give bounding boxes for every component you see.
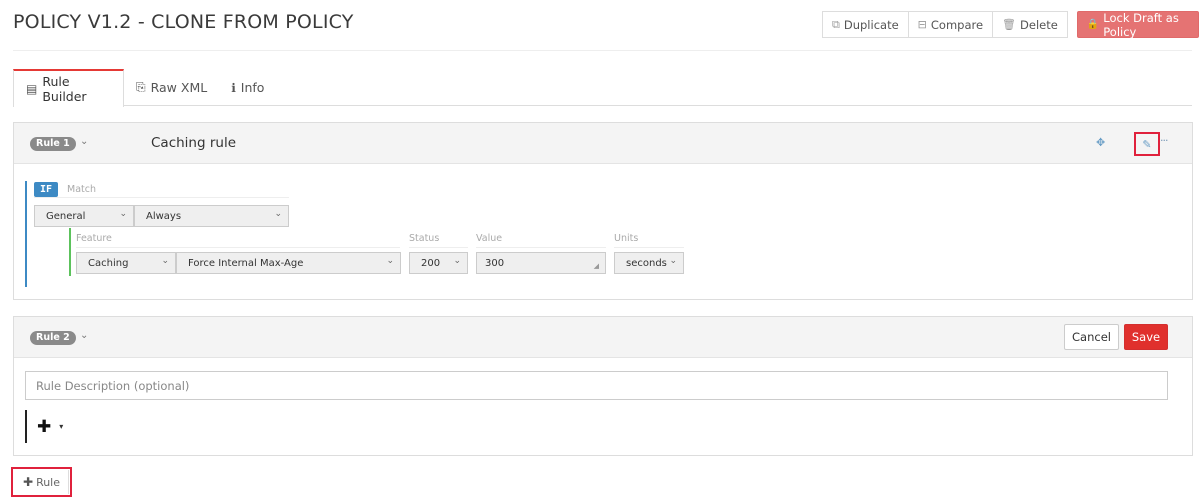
header-divider [13,50,1192,51]
tab-rule-builder[interactable]: ▤ Rule Builder [13,69,124,107]
divider [34,197,289,198]
tab-label: Info [240,80,265,95]
copy-icon: ⧉ [832,17,840,31]
tab-label: Rule Builder [42,74,87,104]
divider [76,247,400,248]
select-value: General [46,210,86,222]
add-rule-highlight: ✚ Rule [11,467,72,497]
chevron-down-icon[interactable]: ⌄ [80,330,88,341]
feature-category-select[interactable]: Caching ⌄ [76,252,176,274]
value-label: Value [476,233,503,244]
edit-rule-button[interactable]: ✎ [1134,132,1160,156]
compare-icon: ⊟ [917,18,927,31]
input-value: 300 [485,257,505,269]
rule-name: Caching rule [151,135,237,151]
status-select[interactable]: 200 ⌄ [409,252,468,274]
duplicate-button[interactable]: ⧉ Duplicate [822,11,909,38]
add-rule-button[interactable]: ✚ Rule [14,470,69,494]
lock-draft-button[interactable]: 🔒 Lock Draft as Policy [1076,10,1199,39]
rule-body: IF Match General ⌄ Always ⌄ Feature Stat… [14,164,1192,299]
rule-description-input[interactable] [25,371,1168,400]
policy-toolbar: ⧉ Duplicate ⊟ Compare 🗑 Delete 🔒 Lock Dr… [822,10,1199,39]
units-select[interactable]: seconds ⌄ [614,252,684,274]
tab-bar: ▤ Rule Builder ⎘ Raw XML ℹ Info [13,69,1192,107]
pencil-icon: ✎ [1142,137,1152,151]
match-operator-select[interactable]: Always ⌄ [134,205,289,227]
select-value: Caching [88,257,129,269]
chevron-down-icon: ⌄ [119,209,127,219]
select-value: Force Internal Max-Age [188,257,304,269]
caret-down-icon: ▾ [59,422,64,431]
duplicate-label: Duplicate [843,17,899,32]
more-options-icon[interactable]: ··· [1160,134,1168,147]
units-label: Units [614,233,639,244]
add-rule-label: Rule [36,475,61,489]
chevron-down-icon: ⌄ [669,256,677,266]
chevron-down-icon: ⌄ [453,256,461,266]
move-icon[interactable]: ✥ [1096,136,1105,149]
plus-icon: ✚ [23,475,34,489]
rule-body: ✚ ▾ [14,358,1192,455]
chevron-down-icon: ⌄ [386,256,394,266]
info-icon: ℹ [231,80,236,95]
feature-label: Feature [76,233,112,244]
cancel-button[interactable]: Cancel [1064,324,1119,350]
tab-info[interactable]: ℹ Info [219,69,276,106]
save-button[interactable]: Save [1124,324,1168,350]
value-textarea[interactable]: 300 ◢ [476,252,606,274]
add-condition-button[interactable]: ✚ ▾ [25,410,63,443]
chevron-down-icon[interactable]: ⌄ [80,136,88,147]
rule-header: Rule 2 ⌄ Cancel Save [14,317,1192,358]
divider [614,247,684,248]
lock-icon: 🔒 [1086,19,1100,30]
rule-badge: Rule 2 [30,331,76,345]
match-category-select[interactable]: General ⌄ [34,205,134,227]
chevron-down-icon: ⌄ [274,209,282,219]
chevron-down-icon: ⌄ [161,256,169,266]
feature-block: Feature Status Value Units Caching ⌄ For… [69,228,684,276]
status-label: Status [409,233,440,244]
code-file-icon: ⎘ [136,80,146,94]
delete-label: Delete [1020,17,1058,32]
delete-button[interactable]: 🗑 Delete [993,11,1068,38]
rule-card-2: Rule 2 ⌄ Cancel Save ✚ ▾ [13,316,1193,456]
tab-raw-xml[interactable]: ⎘ Raw XML [124,69,219,106]
divider [409,247,468,248]
rule-badge: Rule 1 [30,137,76,151]
rule-card-1: Rule 1 ⌄ Caching rule ✥ ✎ ··· IF Match G… [13,122,1193,300]
plus-icon: ✚ [37,416,52,437]
resize-handle-icon[interactable]: ◢ [594,262,599,270]
lock-draft-label: Lock Draft as Policy [1103,10,1179,39]
divider [476,247,606,248]
compare-button[interactable]: ⊟ Compare [908,11,994,38]
page-title: POLICY V1.2 - CLONE FROM POLICY [13,11,354,33]
select-value: seconds [626,257,667,269]
select-value: Always [146,210,182,222]
select-value: 200 [421,257,441,269]
if-badge: IF [34,182,59,197]
tab-label: Raw XML [150,80,208,95]
list-icon: ▤ [26,82,38,96]
trash-icon: 🗑 [1002,18,1017,31]
feature-name-select[interactable]: Force Internal Max-Age ⌄ [176,252,401,274]
rule-header: Rule 1 ⌄ Caching rule ✥ ✎ ··· [14,123,1192,164]
match-label: Match [67,184,96,195]
compare-label: Compare [930,17,984,32]
